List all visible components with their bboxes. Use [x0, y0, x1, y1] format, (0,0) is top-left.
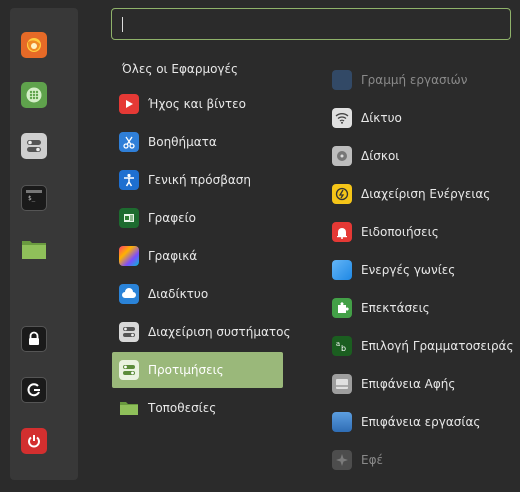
- app-label: Δίκτυο: [361, 111, 402, 125]
- lock-icon[interactable]: [21, 326, 47, 352]
- category-label: Γραφικά: [148, 249, 198, 263]
- category-sound-video[interactable]: Ήχος και βίντεο: [112, 86, 283, 122]
- category-universal-access[interactable]: Γενική πρόσβαση: [112, 162, 283, 198]
- play-icon: [119, 94, 139, 114]
- logout-icon[interactable]: [21, 377, 47, 403]
- power-management-icon: [332, 184, 352, 204]
- panel-icon: [332, 70, 352, 90]
- category-administration[interactable]: Διαχείριση συστήματος: [112, 314, 291, 350]
- software-manager-icon[interactable]: [21, 82, 47, 108]
- terminal-icon[interactable]: $_: [21, 185, 47, 211]
- category-label: Βοηθήματα: [148, 135, 217, 149]
- app-effects[interactable]: Εφέ: [328, 442, 518, 478]
- app-label: Επιφάνεια εργασίας: [361, 415, 481, 429]
- category-office[interactable]: Γραφείο: [112, 200, 283, 236]
- wifi-icon: [332, 108, 352, 128]
- app-panel[interactable]: Γραμμή εργασιών: [328, 62, 518, 98]
- app-hot-corners[interactable]: Ενεργές γωνίες: [328, 252, 518, 288]
- svg-text:b: b: [341, 344, 346, 353]
- category-internet[interactable]: Διαδίκτυο: [112, 276, 283, 312]
- puzzle-icon: [332, 298, 352, 318]
- category-label: Τοποθεσίες: [148, 401, 217, 415]
- app-label: Γραμμή εργασιών: [361, 73, 468, 87]
- search-input[interactable]: [112, 9, 510, 39]
- category-places[interactable]: Τοποθεσίες: [112, 390, 283, 426]
- graphics-icon: [119, 246, 139, 266]
- text-caret: [122, 17, 123, 32]
- settings-toggles-icon[interactable]: [21, 133, 47, 159]
- category-label: Προτιμήσεις: [148, 363, 224, 377]
- app-label: Επιλογή Γραμματοσειράς: [361, 339, 514, 353]
- category-label: Ήχος και βίντεο: [148, 97, 246, 111]
- preferences-toggles-icon: [119, 360, 139, 380]
- power-icon[interactable]: [21, 428, 47, 454]
- hot-corners-icon: [332, 260, 352, 280]
- svg-text:a: a: [336, 340, 340, 348]
- touchpad-icon: [332, 374, 352, 394]
- effects-icon: [332, 450, 352, 470]
- app-font-selection[interactable]: ab Επιλογή Γραμματοσειράς: [328, 328, 518, 364]
- category-graphics[interactable]: Γραφικά: [112, 238, 283, 274]
- scissors-icon: [119, 132, 139, 152]
- system-toggles-icon: [119, 322, 139, 342]
- app-label: Επεκτάσεις: [361, 301, 430, 315]
- app-disks[interactable]: Δίσκοι: [328, 138, 518, 174]
- category-preferences[interactable]: Προτιμήσεις: [112, 352, 283, 388]
- category-label: Γενική πρόσβαση: [148, 173, 251, 187]
- app-touchpad[interactable]: Επιφάνεια Αφής: [328, 366, 518, 402]
- app-label: Ειδοποιήσεις: [361, 225, 439, 239]
- app-extensions[interactable]: Επεκτάσεις: [328, 290, 518, 326]
- folder-icon[interactable]: [21, 236, 47, 262]
- bell-icon: [332, 222, 352, 242]
- app-label: Εφέ: [361, 453, 383, 467]
- disk-icon: [332, 146, 352, 166]
- category-label: Γραφείο: [148, 211, 197, 225]
- app-label: Επιφάνεια Αφής: [361, 377, 456, 391]
- font-icon: ab: [332, 336, 352, 356]
- accessibility-icon: [119, 170, 139, 190]
- app-desktop[interactable]: Επιφάνεια εργασίας: [328, 404, 518, 440]
- search-box[interactable]: [111, 8, 511, 40]
- office-icon: [119, 208, 139, 228]
- svg-text:$_: $_: [28, 195, 36, 202]
- app-network[interactable]: Δίκτυο: [328, 100, 518, 136]
- app-notifications[interactable]: Ειδοποιήσεις: [328, 214, 518, 250]
- app-power-management[interactable]: Διαχείριση Ενέργειας: [328, 176, 518, 212]
- category-label: Διαχείριση συστήματος: [148, 325, 291, 339]
- app-label: Δίσκοι: [361, 149, 400, 163]
- category-all-applications[interactable]: Όλες οι Εφαρμογές: [122, 62, 238, 76]
- category-accessories[interactable]: Βοηθήματα: [112, 124, 283, 160]
- desktop-icon: [332, 412, 352, 432]
- app-label: Ενεργές γωνίες: [361, 263, 456, 277]
- category-label: Διαδίκτυο: [148, 287, 209, 301]
- app-label: Διαχείριση Ενέργειας: [361, 187, 491, 201]
- firefox-icon[interactable]: [21, 32, 47, 58]
- folder-icon: [119, 398, 139, 418]
- cloud-icon: [119, 284, 139, 304]
